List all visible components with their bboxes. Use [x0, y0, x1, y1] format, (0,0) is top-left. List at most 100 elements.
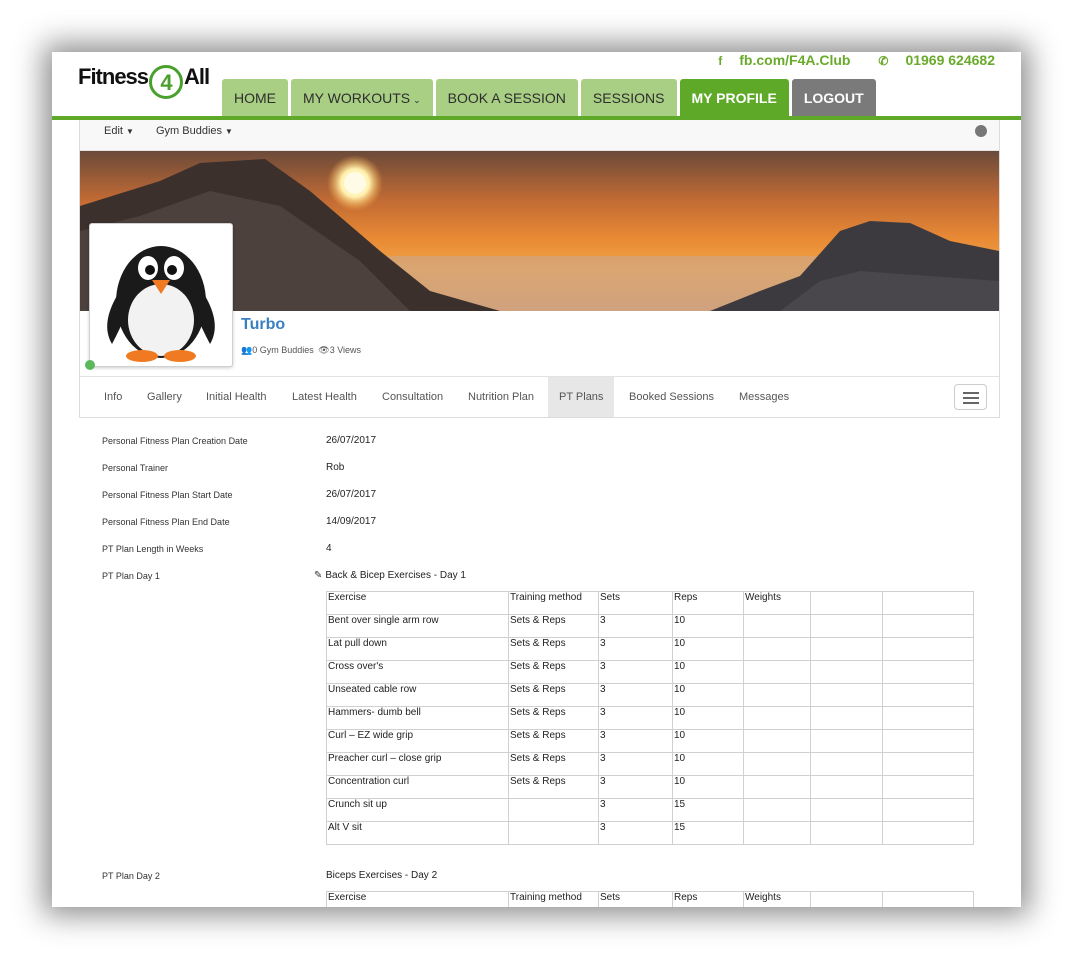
nav-my-workouts[interactable]: MY WORKOUTS ⌄	[291, 79, 433, 116]
facebook-link[interactable]: f fb.com/F4A.Club	[706, 52, 850, 68]
table-header-cell: Reps	[672, 591, 744, 615]
gym-buddies-dropdown[interactable]: Gym Buddies ▼	[156, 125, 233, 137]
nav-my-profile[interactable]: MY PROFILE	[679, 79, 789, 116]
globe-icon[interactable]	[975, 125, 987, 137]
detail-label: Personal Fitness Plan End Date	[102, 517, 230, 527]
table-cell: 3	[598, 821, 673, 845]
avatar[interactable]	[89, 223, 233, 367]
table-header-row: Exercise Training method Sets Reps Weights	[326, 891, 974, 907]
nav-home-label: HOME	[234, 90, 276, 106]
table-cell: Sets & Reps	[508, 660, 599, 684]
table-header-cell	[810, 591, 883, 615]
pt-plan-day2-label: PT Plan Day 2	[102, 871, 160, 881]
tab-messages[interactable]: Messages	[739, 377, 789, 417]
table-cell	[743, 660, 811, 684]
table-cell	[882, 821, 974, 845]
table-cell	[810, 729, 883, 753]
table-cell: Bent over single arm row	[326, 614, 509, 638]
table-cell	[810, 775, 883, 799]
nav-logout[interactable]: LOGOUT	[791, 79, 876, 116]
tab-info[interactable]: Info	[104, 377, 122, 417]
table-row: Lat pull down Sets & Reps 3 10	[326, 637, 974, 661]
table-cell	[882, 660, 974, 684]
table-cell: 3	[598, 614, 673, 638]
edit-dropdown[interactable]: Edit ▼	[104, 125, 134, 137]
pt-plan-day2-title: Biceps Exercises - Day 2	[326, 870, 438, 881]
table-header-cell: Reps	[672, 891, 744, 907]
detail-value: 4	[326, 543, 332, 554]
nav-sessions-label: SESSIONS	[592, 90, 665, 106]
pt-plan-day1-title: ✎ Back & Bicep Exercises - Day 1	[314, 570, 466, 581]
table-cell	[743, 683, 811, 707]
fitness4all-logo[interactable]: Fitness 4 All	[78, 64, 210, 99]
nav-book-a-session[interactable]: BOOK A SESSION	[435, 79, 578, 116]
table-row: Cross over's Sets & Reps 3 10	[326, 660, 974, 684]
pencil-icon[interactable]: ✎	[314, 570, 322, 581]
table-cell: Sets & Reps	[508, 729, 599, 753]
buddies-count[interactable]: 0 Gym Buddies	[252, 345, 314, 355]
nav-sessions[interactable]: SESSIONS	[580, 79, 677, 116]
table-cell	[882, 729, 974, 753]
table-cell: 10	[672, 729, 744, 753]
table-row: Crunch sit up 3 15	[326, 798, 974, 822]
nav-home[interactable]: HOME	[222, 79, 288, 116]
day2-exercise-table: Exercise Training method Sets Reps Weights	[326, 891, 974, 907]
table-cell: 10	[672, 660, 744, 684]
nav-my-profile-label: MY PROFILE	[691, 90, 777, 106]
table-cell	[810, 821, 883, 845]
caret-down-icon: ▼	[225, 127, 233, 136]
table-header-cell	[882, 591, 974, 615]
tab-initial-health[interactable]: Initial Health	[206, 377, 267, 417]
table-cell	[810, 683, 883, 707]
table-header-cell	[882, 891, 974, 907]
profile-name[interactable]: Turbo	[241, 316, 285, 334]
detail-label: Personal Fitness Plan Creation Date	[102, 436, 248, 446]
table-cell: 3	[598, 775, 673, 799]
detail-value: 26/07/2017	[326, 435, 377, 446]
phone-link[interactable]: ✆ 01969 624682	[866, 52, 995, 68]
facebook-icon: f	[718, 54, 723, 68]
online-status-dot	[85, 360, 95, 370]
table-cell	[508, 821, 599, 845]
table-cell: Sets & Reps	[508, 775, 599, 799]
table-cell: 3	[598, 706, 673, 730]
table-cell: Sets & Reps	[508, 637, 599, 661]
table-cell	[882, 775, 974, 799]
tab-latest-health[interactable]: Latest Health	[292, 377, 357, 417]
caret-down-icon: ▼	[125, 127, 134, 136]
table-header-cell	[810, 891, 883, 907]
browser-window: Fitness 4 All f fb.com/F4A.Club ✆ 01969 6246…	[52, 52, 1021, 907]
day1-exercise-table: Exercise Training method Sets Reps Weights Be…	[326, 591, 974, 845]
table-header-row: Exercise Training method Sets Reps Weights	[326, 591, 974, 615]
table-header-cell: Weights	[743, 891, 811, 907]
table-row: Curl – EZ wide grip Sets & Reps 3 10	[326, 729, 974, 753]
phone-icon: ✆	[878, 54, 889, 68]
profile-stats: 👥0 Gym Buddies 👁3 Views	[241, 345, 361, 356]
table-row: Bent over single arm row Sets & Reps 3 10	[326, 614, 974, 638]
menu-line	[963, 392, 979, 394]
menu-line	[963, 397, 979, 399]
nav-book-label: BOOK A SESSION	[447, 90, 566, 106]
tab-gallery[interactable]: Gallery	[147, 377, 182, 417]
table-cell	[810, 614, 883, 638]
table-row: Concentration curl Sets & Reps 3 10	[326, 775, 974, 799]
profile-tabs: Info Gallery Initial Health Latest Healt…	[80, 376, 999, 417]
table-cell	[882, 683, 974, 707]
tab-nutrition-plan[interactable]: Nutrition Plan	[468, 377, 534, 417]
main-nav: HOME MY WORKOUTS ⌄ BOOK A SESSION SESSION…	[222, 79, 876, 116]
table-cell: 3	[598, 729, 673, 753]
eye-icon: 👁	[318, 345, 330, 355]
table-header-cell: Exercise	[326, 591, 509, 615]
tab-consultation[interactable]: Consultation	[382, 377, 443, 417]
hamburger-menu-button[interactable]	[954, 384, 987, 410]
table-cell: Curl – EZ wide grip	[326, 729, 509, 753]
table-cell	[743, 775, 811, 799]
tab-pt-plans[interactable]: PT Plans	[548, 377, 615, 417]
table-row: Unseated cable row Sets & Reps 3 10	[326, 683, 974, 707]
table-cell: 3	[598, 683, 673, 707]
table-header-cell: Training method	[508, 891, 599, 907]
tab-booked-sessions[interactable]: Booked Sessions	[629, 377, 714, 417]
table-cell	[882, 706, 974, 730]
profile-toolbar: Edit ▼ Gym Buddies ▼	[80, 120, 999, 151]
table-cell: 3	[598, 637, 673, 661]
